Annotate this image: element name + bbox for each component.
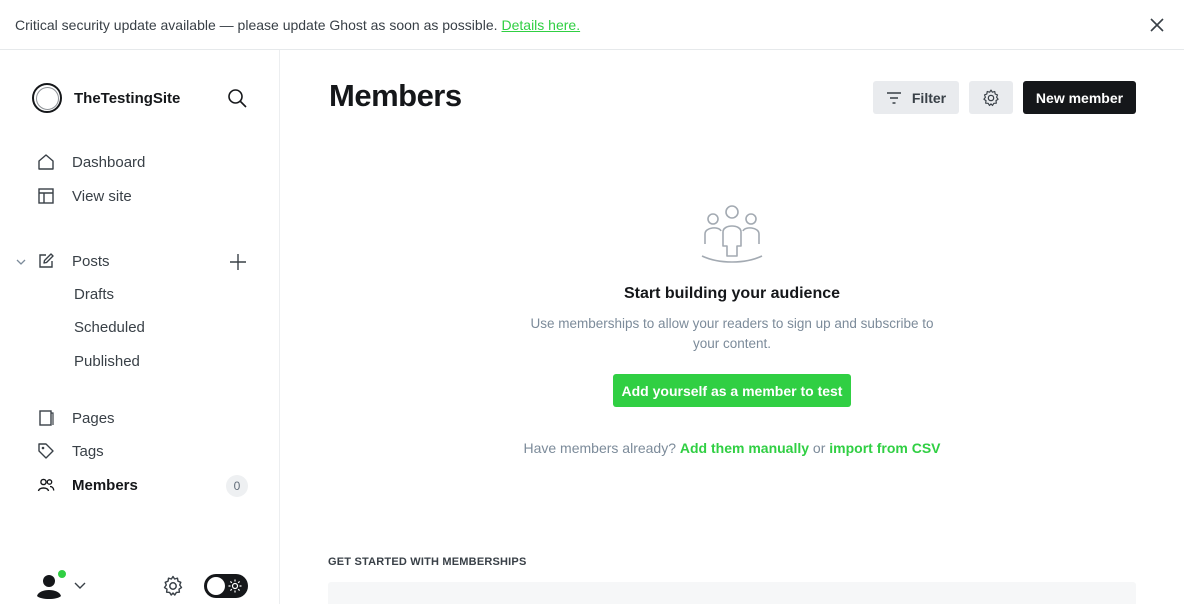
theme-toggle[interactable] [204, 574, 248, 598]
sidebar-item-pages[interactable]: Pages [36, 408, 115, 428]
sidebar-item-label: Members [72, 476, 138, 494]
members-icon [36, 475, 56, 495]
sidebar-item-label: Posts [72, 252, 110, 270]
sidebar: TheTestingSite Dashboard View site Posts… [0, 50, 280, 604]
sidebar-item-label: Published [74, 353, 140, 370]
sidebar-item-label: Pages [72, 409, 115, 427]
sun-icon [228, 579, 242, 593]
member-settings-button[interactable] [969, 81, 1013, 114]
chevron-down-icon[interactable] [73, 580, 87, 592]
import-or: or [812, 440, 826, 456]
import-prefix: Have members already? [523, 440, 676, 456]
search-icon[interactable] [226, 87, 248, 109]
memberships-panel [328, 582, 1136, 604]
sidebar-item-label: Scheduled [74, 319, 145, 336]
sidebar-item-label: Tags [72, 442, 104, 460]
site-logo [32, 83, 62, 113]
filter-icon [886, 91, 901, 104]
gear-icon[interactable] [161, 574, 185, 598]
sidebar-item-drafts[interactable]: Drafts [74, 286, 114, 303]
filter-button[interactable]: Filter [873, 81, 959, 114]
toggle-knob [207, 577, 225, 595]
section-heading: GET STARTED WITH MEMBERSHIPS [328, 556, 527, 568]
import-csv-link[interactable]: import from CSV [829, 440, 940, 456]
sidebar-item-scheduled[interactable]: Scheduled [74, 319, 145, 336]
banner-message: Critical security update available — ple… [15, 16, 498, 33]
sidebar-item-view-site[interactable]: View site [36, 186, 132, 206]
page-icon [36, 408, 56, 428]
sidebar-item-members[interactable]: Members [36, 475, 138, 495]
banner-details-link[interactable]: Details here. [502, 17, 581, 33]
audience-icon [701, 205, 763, 263]
online-status-dot [57, 569, 67, 579]
site-brand[interactable]: TheTestingSite [32, 83, 180, 113]
tag-icon [36, 441, 56, 461]
empty-state-title: Start building your audience [623, 285, 841, 302]
sidebar-item-label: Drafts [74, 286, 115, 303]
new-member-button[interactable]: New member [1023, 81, 1136, 114]
layout-icon [36, 186, 56, 206]
page-title: Members [329, 78, 462, 113]
add-self-member-button[interactable]: Add yourself as a member to test [613, 374, 851, 407]
home-icon [36, 152, 56, 172]
filter-label: Filter [911, 89, 947, 106]
plus-icon[interactable] [228, 252, 248, 272]
sidebar-item-dashboard[interactable]: Dashboard [36, 152, 145, 172]
security-banner: Critical security update available — ple… [0, 0, 1184, 50]
sidebar-item-posts[interactable]: Posts [36, 251, 110, 271]
members-count-badge: 0 [226, 475, 248, 497]
import-line: Have members already? Add them manually … [330, 440, 1134, 456]
site-name: TheTestingSite [74, 89, 181, 107]
add-manually-link[interactable]: Add them manually [680, 440, 809, 456]
sidebar-item-published[interactable]: Published [74, 353, 140, 370]
edit-icon [36, 251, 56, 271]
sidebar-item-label: View site [72, 187, 132, 205]
gear-icon [983, 89, 999, 106]
empty-state-description: Use memberships to allow your readers to… [530, 316, 934, 351]
sidebar-item-tags[interactable]: Tags [36, 441, 104, 461]
close-icon[interactable] [1148, 16, 1166, 34]
sidebar-item-label: Dashboard [72, 153, 146, 171]
chevron-down-icon[interactable] [14, 255, 28, 269]
